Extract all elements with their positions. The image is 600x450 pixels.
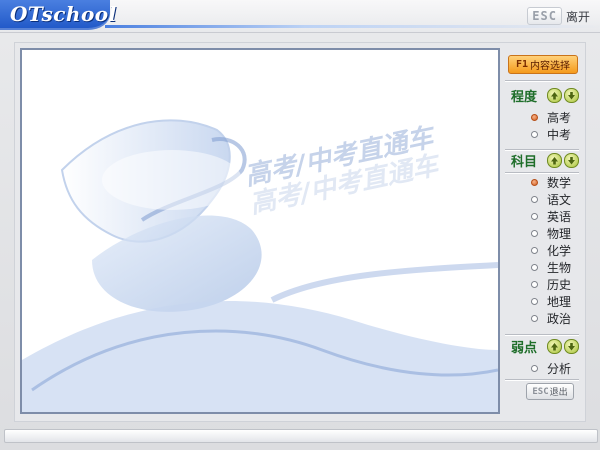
radio-unselected-icon [531, 229, 538, 237]
radio-subject-history[interactable]: 历史 [531, 276, 579, 292]
section-subject-title: 科目 [511, 154, 538, 170]
radio-level-zhongkao[interactable]: 中考 [531, 126, 579, 142]
content-select-button[interactable]: F1 内容选择 [508, 55, 578, 74]
radio-label: 化学 [547, 243, 572, 258]
radio-weakness-analysis[interactable]: 分析 [531, 360, 579, 376]
logo-text: OTschool [10, 2, 117, 26]
radio-unselected-icon [531, 280, 538, 288]
radio-label: 英语 [547, 209, 572, 224]
radio-label: 高考 [547, 110, 572, 125]
radio-unselected-icon [531, 246, 538, 254]
arrow-up-icon[interactable] [547, 338, 562, 354]
radio-subject-politics[interactable]: 政治 [531, 310, 579, 326]
esc-key-label: ESC [527, 7, 562, 25]
radio-selected-icon [531, 178, 538, 186]
section-weakness-header: 弱点 [505, 337, 579, 356]
radio-selected-icon [531, 113, 538, 121]
esc-key-label: ESC [532, 386, 549, 397]
title-bar: OTschool ESC 离开 [0, 0, 600, 33]
app-window: OTschool ESC 离开 高考/中考直通车 高考/中考直通车 F1 内容选… [0, 0, 600, 450]
radio-subject-physics[interactable]: 物理 [531, 225, 579, 241]
divider [505, 80, 579, 82]
bottom-scrollbar[interactable] [4, 429, 598, 443]
radio-label: 政治 [547, 311, 572, 326]
radio-subject-biology[interactable]: 生物 [531, 259, 579, 275]
exit-label: 离开 [565, 9, 590, 24]
radio-label: 物理 [547, 226, 572, 241]
radio-level-gaokao[interactable]: 高考 [531, 109, 579, 125]
radio-subject-english[interactable]: 英语 [531, 208, 579, 224]
right-panel: F1 内容选择 程度 高考 中考 科目 数学 语文 英语 物理 化学 生物 历史… [505, 51, 579, 411]
arrow-up-icon[interactable] [547, 152, 562, 168]
radio-label: 中考 [547, 127, 572, 142]
radio-label: 地理 [547, 294, 572, 309]
arrow-down-icon[interactable] [564, 152, 579, 168]
content-select-label: 内容选择 [530, 61, 571, 72]
radio-label: 历史 [547, 277, 572, 292]
radio-unselected-icon [531, 314, 538, 322]
radio-subject-math[interactable]: 数学 [531, 174, 579, 190]
esc-quit-button[interactable]: ESC 退出 [526, 383, 574, 400]
section-level-title: 程度 [511, 89, 538, 105]
title-swoosh [105, 25, 600, 28]
radio-subject-geography[interactable]: 地理 [531, 293, 579, 309]
radio-unselected-icon [531, 130, 538, 138]
quit-label: 退出 [549, 388, 568, 398]
section-level-header: 程度 [505, 86, 579, 105]
radio-unselected-icon [531, 212, 538, 220]
arrow-up-icon[interactable] [547, 87, 562, 103]
radio-label: 语文 [547, 192, 572, 207]
section-subject-header: 科目 [505, 151, 579, 170]
radio-subject-chemistry[interactable]: 化学 [531, 242, 579, 258]
radio-unselected-icon [531, 364, 538, 372]
divider [505, 379, 579, 381]
logo-badge: OTschool [0, 0, 116, 30]
content-frame: 高考/中考直通车 高考/中考直通车 F1 内容选择 程度 高考 中考 科目 数学… [14, 42, 586, 422]
radio-unselected-icon [531, 297, 538, 305]
exit-button[interactable]: ESC 离开 [527, 7, 590, 25]
f1-key-label: F1 [515, 59, 529, 70]
welcome-stage: 高考/中考直通车 高考/中考直通车 [20, 48, 500, 414]
section-weakness-title: 弱点 [511, 340, 538, 356]
welcome-artwork: 高考/中考直通车 高考/中考直通车 [22, 50, 498, 412]
radio-label: 生物 [547, 260, 572, 275]
radio-unselected-icon [531, 263, 538, 271]
radio-label: 分析 [547, 361, 572, 376]
radio-label: 数学 [547, 175, 572, 190]
arrow-down-icon[interactable] [564, 87, 579, 103]
radio-subject-chinese[interactable]: 语文 [531, 191, 579, 207]
arrow-down-icon[interactable] [564, 338, 579, 354]
radio-unselected-icon [531, 195, 538, 203]
